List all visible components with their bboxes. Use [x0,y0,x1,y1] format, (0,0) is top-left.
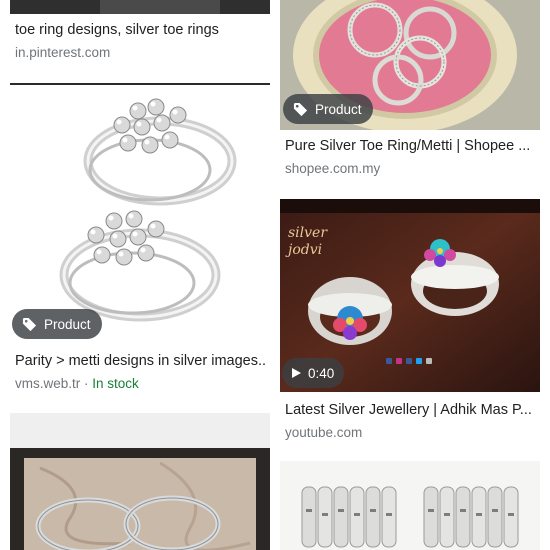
result-card-bottom-left[interactable] [10,413,270,550]
product-badge-label: Product [44,316,91,332]
result-card-shopee[interactable]: Product Pure Silver Toe Ring/Metti | Sho… [280,0,540,185]
thumbnail-caption-line: silver [288,225,328,241]
product-badge: Product [12,309,102,339]
result-thumbnail[interactable] [280,461,540,550]
result-thumbnail[interactable]: Product [280,0,540,130]
source-domain: vms.web.tr [15,376,81,391]
result-title[interactable]: Pure Silver Toe Ring/Metti | Shopee ... [285,137,536,155]
product-badge-label: Product [315,101,362,117]
play-icon [292,368,301,378]
result-card-youtube[interactable]: silver jodvi 0:40 Latest Silver Jeweller… [280,199,540,444]
availability-label: In stock [92,376,139,391]
video-duration: 0:40 [308,365,335,381]
result-thumbnail[interactable] [10,0,270,14]
thumbnail-image [10,85,270,343]
product-badge: Product [283,94,373,124]
result-source[interactable]: shopee.com.my [285,160,536,178]
video-duration-badge: 0:40 [282,358,345,388]
result-thumbnail[interactable] [10,448,270,550]
result-title[interactable]: Latest Silver Jewellery | Adhik Mas P... [285,401,536,419]
result-card-vms[interactable]: Product Parity > metti designs in silver… [10,85,270,395]
tag-icon [22,317,37,331]
thumbnail-image [280,461,540,550]
thumbnail-image [10,448,270,550]
result-title[interactable]: toe ring designs, silver toe rings [15,21,266,39]
result-source[interactable]: youtube.com [285,424,536,442]
result-source[interactable]: vms.web.tr · In stock [15,375,266,393]
result-title[interactable]: Parity > metti designs in silver images.… [15,352,266,370]
thumbnail-image [10,0,270,14]
video-thumbnail[interactable]: silver jodvi 0:40 [280,199,540,392]
result-card-bottom-right[interactable] [280,461,540,550]
thumbnail-caption-line: jodvi [285,242,322,258]
tag-icon [293,102,308,116]
source-separator: · [80,376,93,391]
result-source[interactable]: in.pinterest.com [15,44,266,62]
result-thumbnail[interactable]: Product [10,85,270,343]
result-card-pinterest[interactable]: toe ring designs, silver toe rings in.pi… [10,0,270,75]
